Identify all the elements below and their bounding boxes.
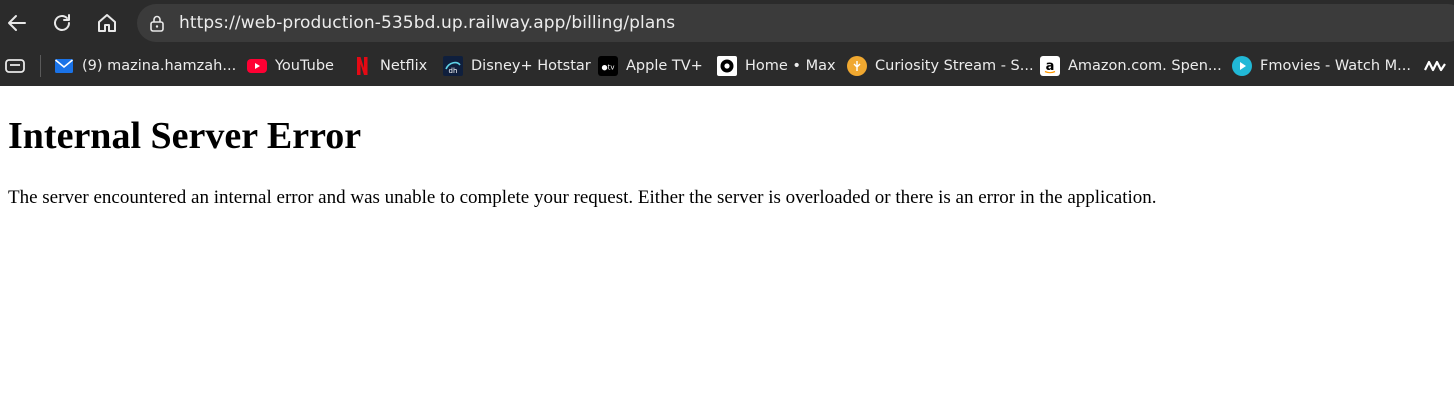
bookmark-label: Netflix <box>380 58 428 74</box>
back-button[interactable] <box>2 8 32 38</box>
bookmark-max[interactable]: Home • Max <box>717 52 836 80</box>
home-icon <box>98 14 116 32</box>
bookmark-label: Disney+ Hotstar <box>471 58 591 74</box>
curiosity-icon <box>847 56 867 76</box>
bookmark-hotstar[interactable]: dh Disney+ Hotstar <box>443 52 591 80</box>
error-message: The server encountered an internal error… <box>8 187 1157 208</box>
browser-toolbar: https://web-production-535bd.up.railway.… <box>0 0 1454 46</box>
browser-chrome: https://web-production-535bd.up.railway.… <box>0 0 1454 86</box>
amazon-icon: a <box>1040 56 1060 76</box>
address-bar[interactable]: https://web-production-535bd.up.railway.… <box>137 4 1454 42</box>
zigzag-icon <box>1424 60 1446 72</box>
bookmark-label: Home • Max <box>745 58 836 74</box>
bookmark-curiosity[interactable]: Curiosity Stream - S... <box>847 52 1034 80</box>
bookmarks-divider <box>40 55 41 77</box>
bookmark-youtube[interactable]: YouTube <box>247 52 334 80</box>
bookmarks-bar: (9) mazina.hamzah... YouTube Netflix dh … <box>0 52 1454 80</box>
max-icon <box>717 56 737 76</box>
bookmark-overflow[interactable] <box>1424 52 1446 80</box>
hotstar-icon: dh <box>443 56 463 76</box>
bookmark-label: Apple TV+ <box>626 58 703 74</box>
svg-text:dh: dh <box>449 67 458 75</box>
bookmark-label: Curiosity Stream - S... <box>875 58 1034 74</box>
reload-icon <box>54 14 70 31</box>
bookmark-appletv[interactable]: ●tv Apple TV+ <box>598 52 703 80</box>
error-heading: Internal Server Error <box>8 115 362 157</box>
bookmark-label: Fmovies - Watch M... <box>1260 58 1411 74</box>
bookmark-label: Amazon.com. Spen... <box>1068 58 1222 74</box>
bookmark-netflix[interactable]: Netflix <box>352 52 427 80</box>
bookmarks-menu-button[interactable] <box>4 52 26 80</box>
back-arrow-icon <box>8 15 26 31</box>
reload-button[interactable] <box>47 8 77 38</box>
mail-icon <box>54 56 74 76</box>
bookmark-mail[interactable]: (9) mazina.hamzah... <box>54 52 236 80</box>
svg-text:●tv: ●tv <box>602 64 615 72</box>
bookmark-label: YouTube <box>275 58 334 74</box>
home-button[interactable] <box>92 8 122 38</box>
bookmark-fmovies[interactable]: Fmovies - Watch M... <box>1232 52 1411 80</box>
netflix-icon <box>352 56 372 76</box>
page-content: Internal Server Error The server encount… <box>0 86 1454 418</box>
url-text[interactable]: https://web-production-535bd.up.railway.… <box>179 13 675 33</box>
appletv-icon: ●tv <box>598 56 618 76</box>
fmovies-icon <box>1232 56 1252 76</box>
bookmarks-collection-icon <box>5 59 25 73</box>
bookmark-amazon[interactable]: a Amazon.com. Spen... <box>1040 52 1222 80</box>
youtube-icon <box>247 56 267 76</box>
lock-icon[interactable] <box>147 13 167 33</box>
bookmark-label: (9) mazina.hamzah... <box>82 58 237 74</box>
